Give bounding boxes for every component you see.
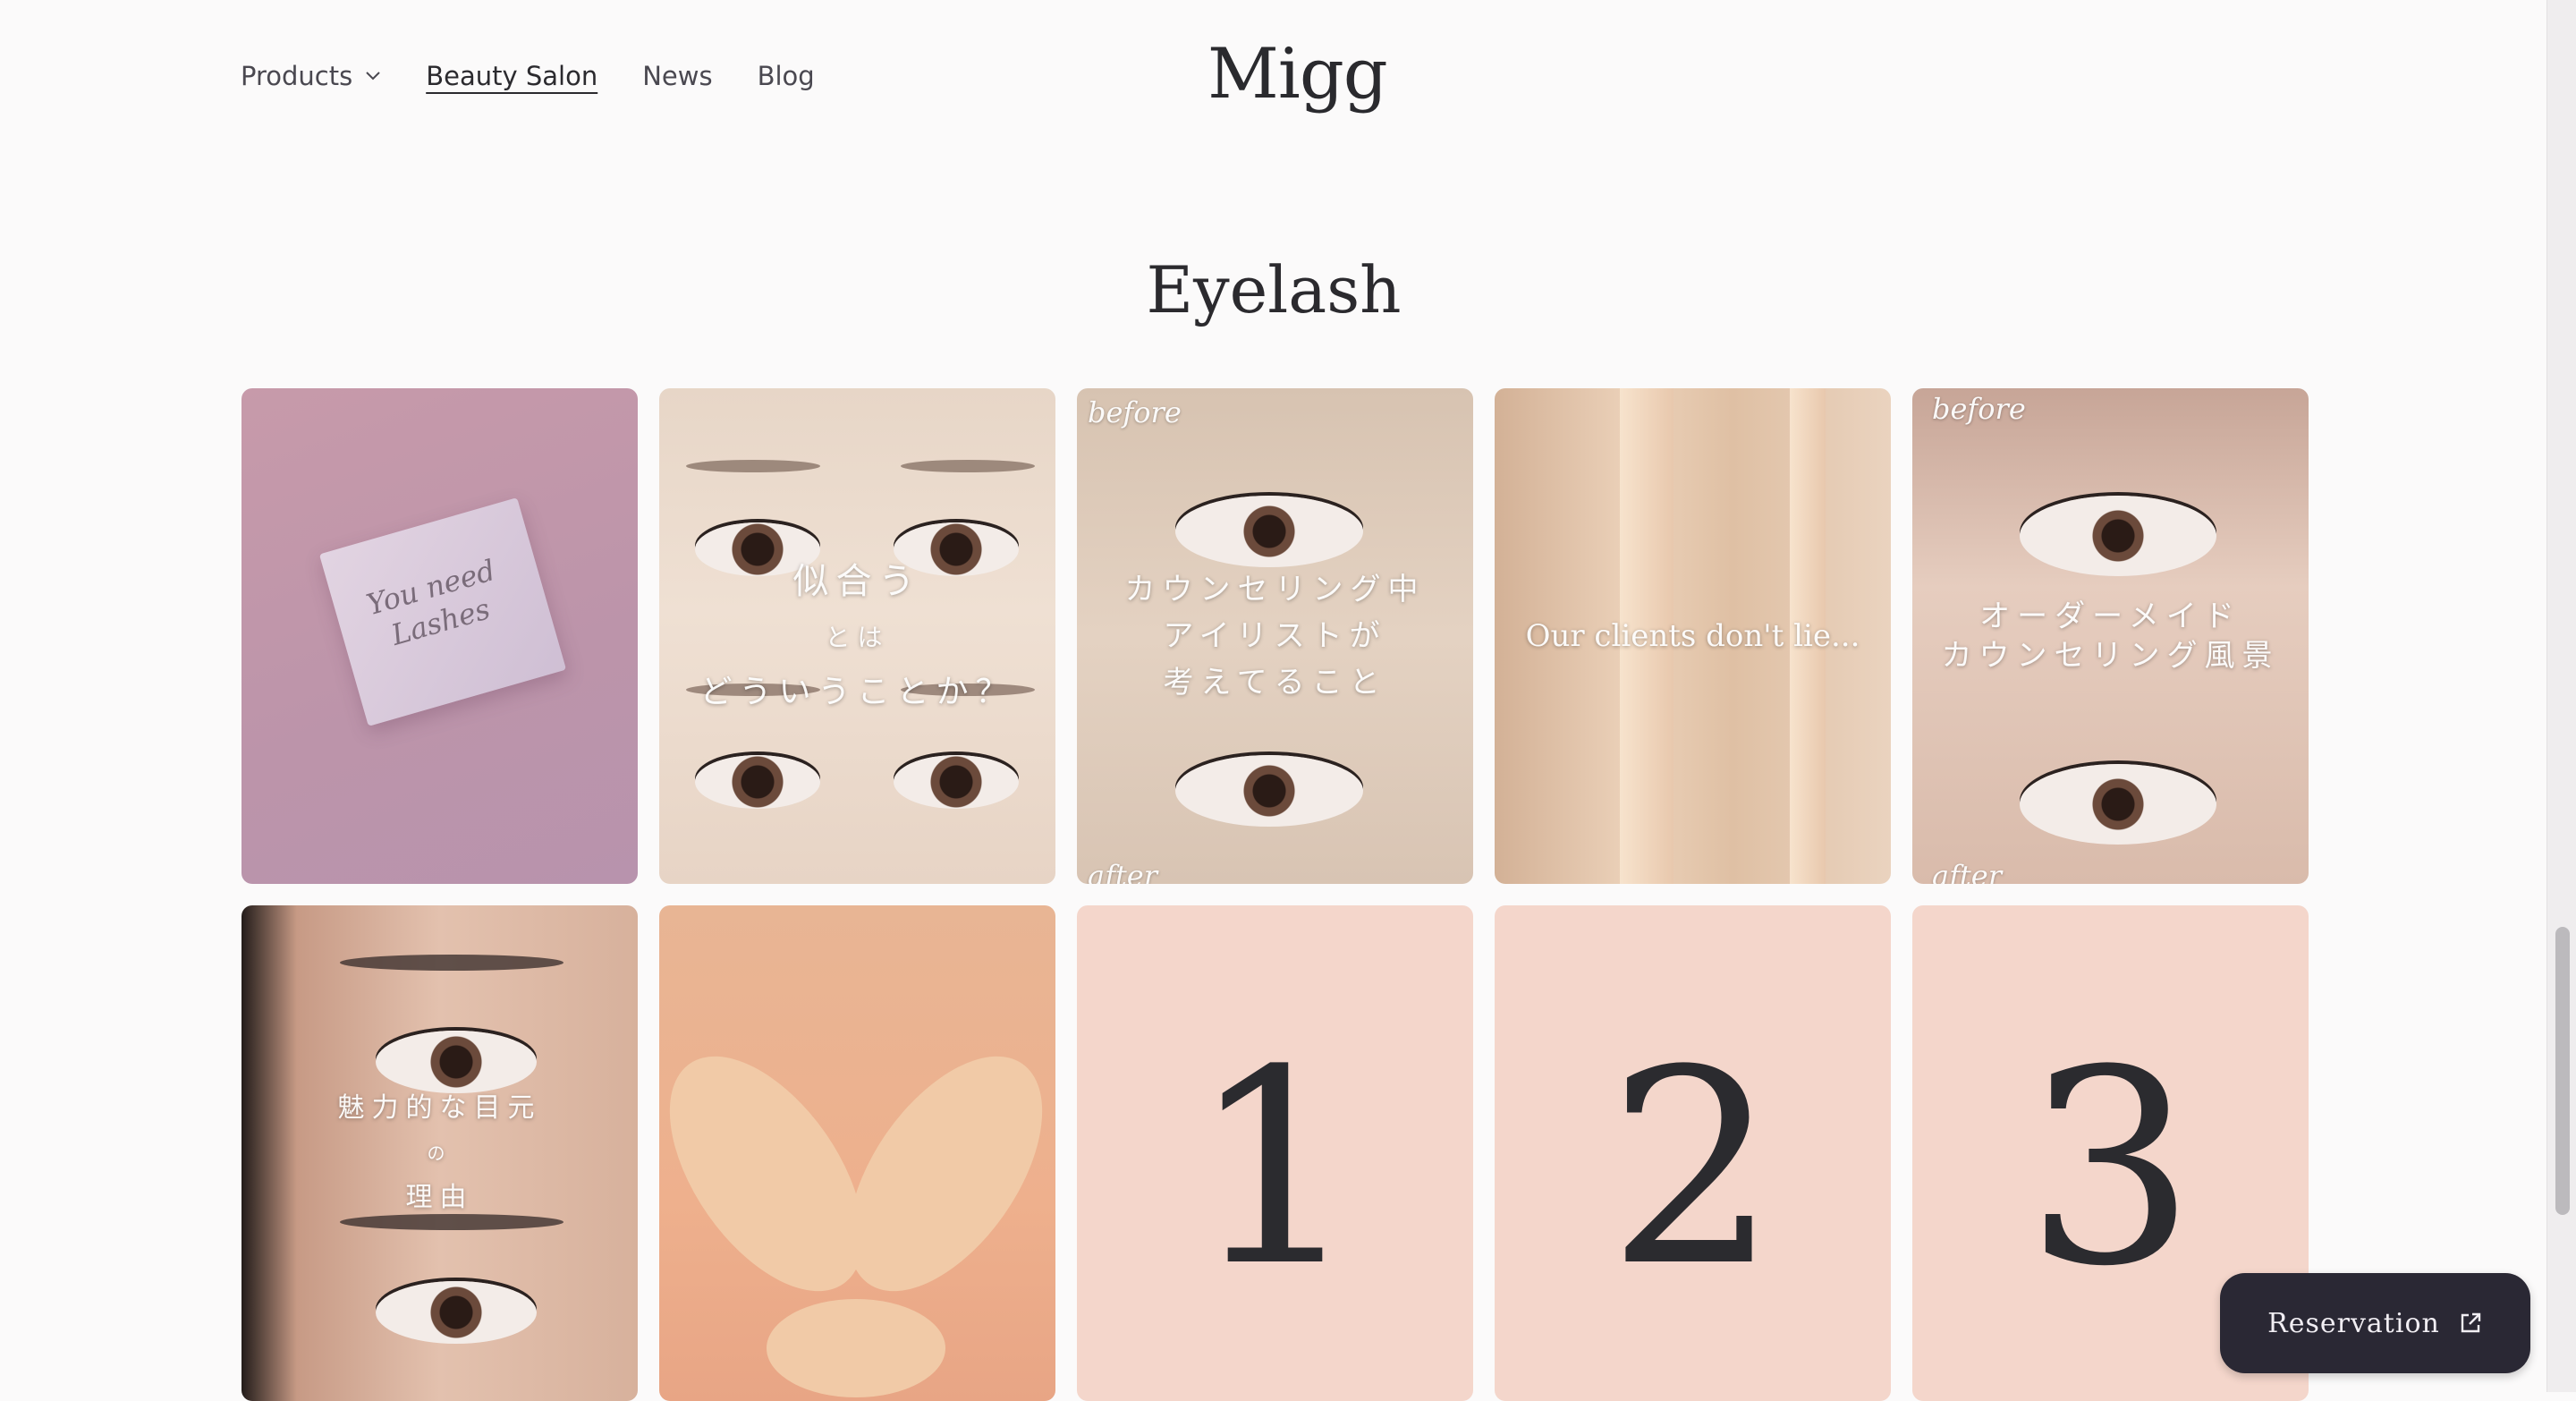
gallery-tile-niau[interactable]: 似合う とは どういうことか？ bbox=[659, 388, 1055, 884]
caption-line: とは bbox=[825, 623, 890, 652]
page-scrollbar[interactable] bbox=[2546, 0, 2576, 1392]
chevron-down-icon bbox=[366, 72, 380, 81]
gallery-tile-clients[interactable]: Our clients don't lie... bbox=[1495, 388, 1891, 884]
section-title: Eyelash bbox=[1146, 252, 1402, 327]
tile-caption: 魅力的な目元 の 理由 bbox=[242, 1074, 638, 1233]
after-label: after bbox=[1088, 859, 1158, 884]
gallery-tile-order-made[interactable]: before オーダーメイド カウンセリング風景 after bbox=[1912, 388, 2309, 884]
tile-number: 2 bbox=[1607, 1013, 1778, 1325]
brow-shape bbox=[686, 460, 820, 472]
eye-shape bbox=[2020, 764, 2216, 845]
gallery-tile-attractive-eyes[interactable]: 魅力的な目元 の 理由 bbox=[242, 905, 638, 1401]
tile-number: 1 bbox=[1190, 1013, 1360, 1325]
nav-news[interactable]: News bbox=[642, 61, 712, 91]
nav-blog[interactable]: Blog bbox=[758, 61, 815, 91]
eye-shape bbox=[894, 755, 1019, 809]
tile-caption: カウンセリング中 アイリストが 考えてること bbox=[1124, 572, 1426, 700]
eye-shape bbox=[695, 755, 820, 809]
after-label: after bbox=[1932, 859, 2003, 884]
external-link-icon bbox=[2461, 1312, 2481, 1333]
tile-caption: 似合う とは どういうことか？ bbox=[659, 541, 1055, 731]
nav-beauty-salon[interactable]: Beauty Salon bbox=[426, 61, 597, 91]
reservation-label: Reservation bbox=[2267, 1307, 2440, 1339]
tile-caption: オーダーメイド カウンセリング風景 bbox=[1941, 599, 2280, 674]
caption-line: どういうことか？ bbox=[699, 674, 1015, 710]
nav-news-label: News bbox=[642, 61, 713, 91]
before-label: before bbox=[1932, 392, 2026, 426]
nav-products[interactable]: Products bbox=[241, 61, 381, 91]
caption-line: の bbox=[427, 1142, 453, 1164]
gallery-tile-number-2[interactable]: 2 bbox=[1495, 905, 1891, 1401]
gallery-tile-number-1[interactable]: 1 bbox=[1077, 905, 1473, 1401]
hand-shape bbox=[767, 1299, 945, 1397]
gallery-tile-heart-hands[interactable] bbox=[659, 905, 1055, 1401]
brow-shape bbox=[340, 955, 564, 971]
card-text: You need Lashes bbox=[362, 553, 499, 652]
caption-line: 似合う bbox=[792, 561, 922, 602]
nav-blog-label: Blog bbox=[757, 61, 815, 91]
eyelash-gallery: You need Lashes 似合う とは どういうことか？ before カ… bbox=[242, 388, 2309, 1401]
nav-products-label: Products bbox=[241, 61, 353, 91]
caption-line: 理由 bbox=[405, 1182, 474, 1213]
eye-shape bbox=[1175, 496, 1363, 567]
nav-beauty-salon-label: Beauty Salon bbox=[426, 61, 598, 91]
brow-shape bbox=[901, 460, 1035, 472]
caption-line: 魅力的な目元 bbox=[337, 1092, 542, 1124]
gallery-tile-counseling[interactable]: before カウンセリング中 アイリストが 考えてること after bbox=[1077, 388, 1473, 884]
tile-caption: Our clients don't lie... bbox=[1525, 618, 1860, 654]
before-label: before bbox=[1088, 395, 1182, 429]
eye-shape bbox=[376, 1281, 537, 1344]
eye-shape bbox=[1175, 755, 1363, 827]
scrollbar-thumb[interactable] bbox=[2555, 927, 2570, 1215]
brand-logo[interactable]: Migg bbox=[1208, 34, 1388, 115]
reservation-button[interactable]: Reservation bbox=[2220, 1273, 2530, 1373]
main-nav: Products Beauty Salon News Blog bbox=[241, 61, 860, 91]
eye-shape bbox=[2020, 496, 2216, 576]
gallery-tile-lashes-card[interactable]: You need Lashes bbox=[242, 388, 638, 884]
lashes-card-image: You need Lashes bbox=[318, 497, 567, 726]
